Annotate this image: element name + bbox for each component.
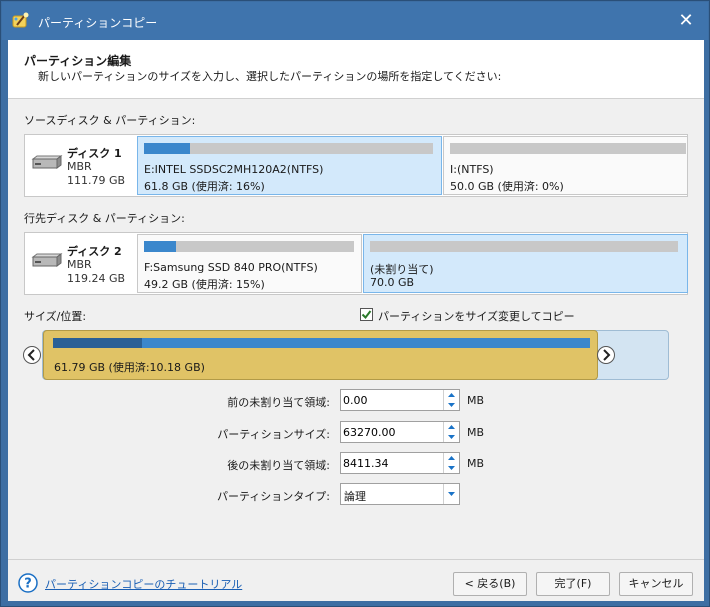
hard-drive-icon xyxy=(31,253,63,267)
source-disk-name: ディスク 1 xyxy=(67,147,122,160)
stepper-buttons xyxy=(443,422,459,442)
partition-sizer-handle[interactable]: 61.79 GB (使用済:10.18 GB) xyxy=(43,330,598,380)
dialog-header: パーティション編集 新しいパーティションのサイズを入力し、選択したパーティション… xyxy=(8,40,704,99)
tutorial-link[interactable]: パーティションコピーのチュートリアル xyxy=(45,576,242,592)
increment-button[interactable] xyxy=(444,422,459,432)
copy-partition-window: パーティションコピー ✕ パーティション編集 新しいパーティションのサイズを入力… xyxy=(0,0,710,607)
decrement-button[interactable] xyxy=(444,432,459,442)
partition-name: I:(NTFS) xyxy=(450,163,494,176)
before-unallocated-input[interactable] xyxy=(343,392,439,408)
partition-info: 49.2 GB (使用済: 15%) xyxy=(144,278,265,291)
dialog-footer: ? パーティションコピーのチュートリアル < 戻る(B) 完了(F) キャンセル xyxy=(8,559,704,601)
resize-copy-checkbox[interactable] xyxy=(360,308,373,321)
before-unallocated-label: 前の未割り当て領域: xyxy=(227,396,330,409)
after-unallocated-input[interactable] xyxy=(343,455,439,471)
svg-text:?: ? xyxy=(24,577,32,592)
title-bar: パーティションコピー ✕ xyxy=(2,2,708,40)
finish-button[interactable]: 完了(F) xyxy=(536,572,610,596)
chevron-left-icon[interactable] xyxy=(23,346,41,364)
decrement-button[interactable] xyxy=(444,400,459,410)
partition-info: 61.8 GB (使用済: 16%) xyxy=(144,180,265,193)
source-disk-size: 111.79 GB xyxy=(67,174,126,187)
increment-button[interactable] xyxy=(444,390,459,400)
chevron-right-icon[interactable] xyxy=(597,346,615,364)
dest-partition-unallocated[interactable]: (未割り当て) 70.0 GB xyxy=(363,234,688,293)
dest-disk-info[interactable]: ディスク 2 MBR 119.24 GB xyxy=(25,233,134,294)
usage-fill xyxy=(144,241,176,252)
unit-label: MB xyxy=(467,394,485,407)
usage-bar xyxy=(144,241,354,252)
help-icon[interactable]: ? xyxy=(18,573,38,593)
decrement-button[interactable] xyxy=(444,463,459,473)
dest-partition-f[interactable]: F:Samsung SSD 840 PRO(NTFS) 49.2 GB (使用済… xyxy=(137,234,362,293)
source-partition-i[interactable]: I:(NTFS) 50.0 GB (使用済: 0%) xyxy=(443,136,688,195)
partition-type-select[interactable]: 論理 xyxy=(340,483,460,505)
partition-name: (未割り当て) xyxy=(370,263,434,276)
sizer-usage-fill xyxy=(53,338,142,348)
header-title: パーティション編集 xyxy=(24,54,132,68)
partition-type-label: パーティションタイプ: xyxy=(216,490,330,503)
header-subtitle: 新しいパーティションのサイズを入力し、選択したパーティションの場所を指定してくだ… xyxy=(38,70,502,83)
size-position-label: サイズ/位置: xyxy=(24,310,87,323)
unit-label: MB xyxy=(467,426,485,439)
dest-disk-size: 119.24 GB xyxy=(67,272,126,285)
partition-size-input[interactable] xyxy=(343,424,439,440)
usage-bar xyxy=(144,143,433,154)
source-partition-e[interactable]: E:INTEL SSDSC2MH120A2(NTFS) 61.8 GB (使用済… xyxy=(137,136,442,195)
wand-icon xyxy=(11,11,31,31)
partition-info: 70.0 GB xyxy=(370,276,415,289)
sizer-usage-bar xyxy=(53,338,590,348)
increment-button[interactable] xyxy=(444,453,459,463)
partition-name: E:INTEL SSDSC2MH120A2(NTFS) xyxy=(144,163,324,176)
sizer-size-text: 61.79 GB (使用済:10.18 GB) xyxy=(54,361,205,374)
usage-fill xyxy=(144,143,191,154)
dest-disk-type: MBR xyxy=(67,258,92,271)
unit-label: MB xyxy=(467,457,485,470)
partition-info: 50.0 GB (使用済: 0%) xyxy=(450,180,564,193)
after-unallocated-stepper xyxy=(340,452,460,474)
window-title: パーティションコピー xyxy=(38,16,158,30)
usage-bar xyxy=(370,241,678,252)
close-icon[interactable]: ✕ xyxy=(674,9,698,33)
stepper-buttons xyxy=(443,453,459,473)
usage-bar xyxy=(450,143,686,154)
partition-size-label: パーティションサイズ: xyxy=(217,428,330,441)
hard-drive-icon xyxy=(31,155,63,169)
source-disk-info[interactable]: ディスク 1 MBR 111.79 GB xyxy=(25,135,134,196)
source-disk-row: ディスク 1 MBR 111.79 GB E:INTEL SSDSC2MH120… xyxy=(24,134,688,197)
check-icon xyxy=(361,310,372,320)
source-disk-type: MBR xyxy=(67,160,92,173)
after-unallocated-label: 後の未割り当て領域: xyxy=(227,459,330,472)
resize-copy-label: パーティションをサイズ変更してコピー xyxy=(378,310,575,323)
partition-size-stepper xyxy=(340,421,460,443)
cancel-button[interactable]: キャンセル xyxy=(619,572,693,596)
chevron-down-icon[interactable] xyxy=(443,484,459,504)
partition-type-value: 論理 xyxy=(344,490,366,503)
dest-disk-row: ディスク 2 MBR 119.24 GB F:Samsung SSD 840 P… xyxy=(24,232,688,295)
back-button[interactable]: < 戻る(B) xyxy=(453,572,527,596)
dest-disk-name: ディスク 2 xyxy=(67,245,122,258)
stepper-buttons xyxy=(443,390,459,410)
before-unallocated-stepper xyxy=(340,389,460,411)
dest-label: 行先ディスク & パーティション: xyxy=(24,212,185,225)
dialog-body: パーティション編集 新しいパーティションのサイズを入力し、選択したパーティション… xyxy=(8,40,704,601)
partition-name: F:Samsung SSD 840 PRO(NTFS) xyxy=(144,261,318,274)
source-label: ソースディスク & パーティション: xyxy=(24,114,196,127)
